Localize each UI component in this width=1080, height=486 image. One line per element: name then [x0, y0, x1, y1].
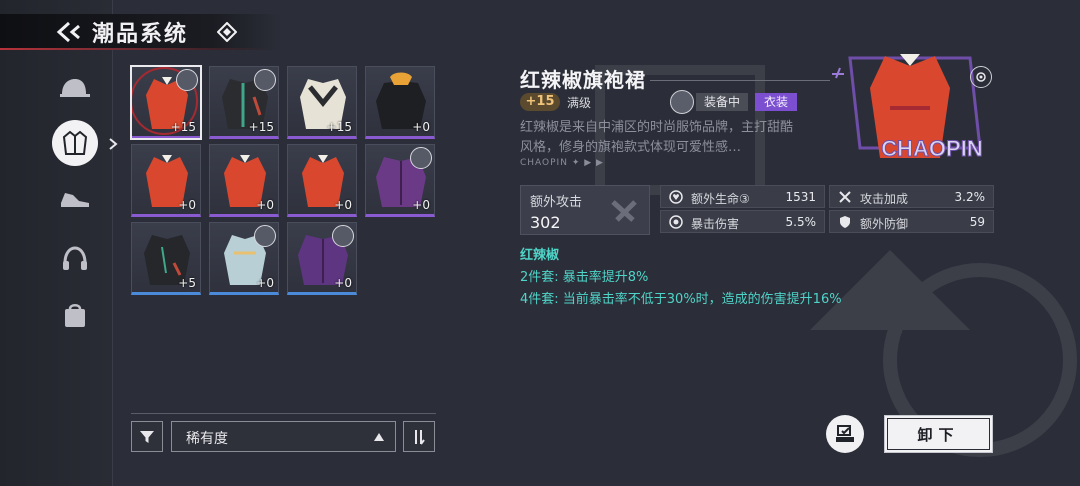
sword-attack-icon	[611, 200, 637, 222]
level-badge: +15	[520, 93, 560, 111]
nav-selection-arrow-icon	[109, 138, 118, 150]
item-level: +0	[334, 276, 352, 290]
sub-stat-value: 1531	[785, 190, 816, 204]
sub-stat-value: 3.2%	[954, 190, 986, 204]
equipped-badge: 装备中	[696, 93, 748, 111]
back-arrow-icon	[56, 21, 80, 43]
sort-select[interactable]: 稀有度	[171, 421, 396, 452]
sort-select-value: 稀有度	[186, 431, 228, 447]
sub-stat-label: 攻击加成	[860, 192, 909, 206]
main-stat-value: 302	[530, 213, 561, 232]
nav-item-hat[interactable]	[50, 64, 100, 114]
filter-divider	[131, 413, 436, 414]
headphone-icon	[63, 246, 87, 270]
unequip-button[interactable]: 卸下	[884, 415, 993, 453]
lock-icon	[976, 72, 986, 82]
nav-item-coat[interactable]	[50, 118, 100, 168]
sub-stat-label: 额外生命③	[691, 192, 750, 206]
item-slot[interactable]: +5	[131, 222, 201, 295]
coat-icon	[62, 130, 88, 155]
crit-icon	[669, 215, 683, 229]
shield-icon	[840, 216, 850, 228]
item-slot[interactable]: +0	[287, 144, 357, 217]
item-level: +5	[178, 276, 196, 290]
nav-item-bag[interactable]	[50, 290, 100, 340]
lock-button[interactable]	[970, 66, 992, 88]
item-level: +0	[256, 198, 274, 212]
owner-avatar	[254, 69, 276, 91]
item-slot[interactable]: +15	[130, 65, 202, 140]
owner-avatar	[176, 69, 198, 91]
owner-avatar	[410, 147, 432, 169]
brand-strip: CHAOPIN ✦ ▶ ▶	[520, 158, 604, 168]
title-divider	[650, 80, 830, 81]
item-name: 红辣椒旗袍裙	[520, 68, 646, 92]
sort-order-icon	[415, 429, 425, 445]
item-artwork-graphic: CHAOPIN	[832, 54, 983, 162]
switch-button[interactable]	[826, 415, 864, 453]
sub-stat-row: 暴击伤害 5.5%	[660, 210, 825, 233]
swords-icon	[839, 191, 851, 203]
sub-stat-label: 额外防御	[860, 217, 909, 231]
caret-up-icon	[374, 433, 384, 441]
item-level: +15	[326, 120, 352, 134]
owner-avatar	[332, 225, 354, 247]
bag-icon	[65, 304, 85, 327]
nav-item-shoes[interactable]	[50, 174, 100, 224]
max-level-label: 满级	[567, 96, 592, 110]
nav-active-indicator	[52, 120, 98, 166]
item-level: +0	[334, 198, 352, 212]
artwork-brand-text: CHAOPIN	[881, 136, 982, 161]
unequip-button-label: 卸下	[917, 425, 960, 444]
item-level: +0	[412, 198, 430, 212]
info-button[interactable]	[216, 21, 238, 43]
diamond-icon	[217, 22, 238, 42]
sub-stat-row: 额外防御 59	[829, 210, 994, 233]
sub-stat-value: 59	[969, 215, 985, 229]
item-description: 红辣椒是来自中浦区的时尚服饰品牌，主打甜酷风格，修身的旗袍款式体现可爱性感…	[520, 120, 794, 155]
item-level: +15	[248, 120, 274, 134]
equipped-character-avatar	[670, 90, 694, 114]
item-level: +0	[412, 120, 430, 134]
filter-button[interactable]	[131, 421, 163, 452]
set-name: 红辣椒	[520, 248, 560, 263]
sub-stat-row: 攻击加成 3.2%	[829, 185, 994, 208]
main-stat-label: 额外攻击	[530, 195, 583, 210]
item-level: +0	[178, 198, 196, 212]
item-slot[interactable]: +15	[287, 66, 357, 139]
page-title: 潮品系统	[92, 22, 189, 47]
sub-stat-value: 5.5%	[785, 215, 817, 229]
swap-equipment-icon	[836, 425, 854, 442]
nav-item-headphones[interactable]	[50, 234, 100, 284]
brand-strip-text: CHAOPIN	[520, 158, 568, 168]
sub-stat-row: 额外生命③ 1531	[660, 185, 825, 208]
owner-avatar	[254, 225, 276, 247]
item-level: +15	[170, 120, 196, 134]
item-level: +0	[256, 276, 274, 290]
header-bar: 潮品系统	[0, 14, 282, 50]
item-artwork: CHAOPIN	[820, 38, 1000, 188]
sub-stat-label: 暴击伤害	[691, 217, 740, 231]
header-accent-line	[0, 48, 270, 50]
set-bonus-4: 4件套: 当前暴击率不低于30%时，造成的伤害提升16%	[520, 292, 842, 307]
main-stat: 额外攻击 302	[520, 185, 650, 235]
back-button[interactable]	[48, 14, 92, 50]
shoe-icon	[61, 193, 89, 207]
sort-order-button[interactable]	[403, 421, 435, 452]
item-slot[interactable]: +0	[131, 144, 201, 217]
filter-icon	[140, 430, 154, 443]
item-slot[interactable]: +0	[287, 222, 357, 295]
item-slot[interactable]: +0	[365, 144, 435, 217]
item-type-badge: 衣装	[755, 93, 797, 111]
heart-icon	[669, 190, 683, 204]
hat-icon	[60, 79, 90, 97]
set-bonus-2: 2件套: 暴击率提升8%	[520, 270, 649, 285]
filter-bar: 稀有度	[131, 413, 436, 453]
item-slot[interactable]: +0	[209, 222, 279, 295]
item-slot[interactable]: +15	[209, 66, 279, 139]
item-slot[interactable]: +0	[365, 66, 435, 139]
item-slot[interactable]: +0	[209, 144, 279, 217]
